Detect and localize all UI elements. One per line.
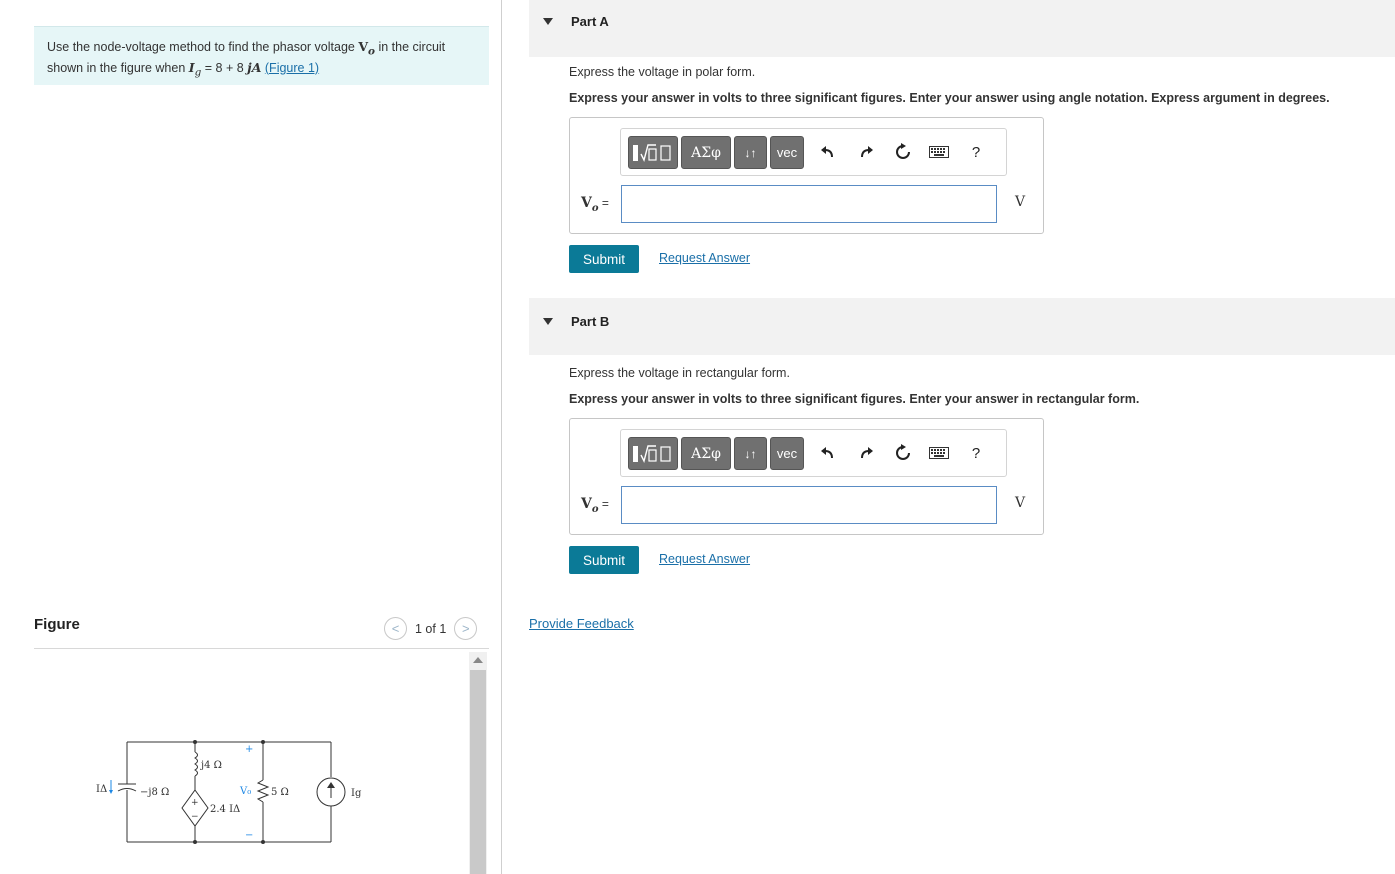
part-a-var-eq: = xyxy=(598,196,609,210)
voltage-subscript: o xyxy=(368,45,375,58)
reset-button[interactable] xyxy=(892,141,914,163)
figure-scrollbar[interactable] xyxy=(469,652,487,874)
part-a-request-answer-link[interactable]: Request Answer xyxy=(659,251,750,265)
part-b-unit: V xyxy=(1015,495,1026,511)
template-icon xyxy=(633,143,671,162)
scroll-up-icon[interactable] xyxy=(473,657,483,663)
part-b-var-sub: o xyxy=(591,503,599,515)
circuit-diagram: IΔ −j8 Ω j4 Ω + − 2.4 IΔ + V₀ − 5 Ω Ig xyxy=(96,740,362,844)
help-button[interactable]: ? xyxy=(965,442,987,464)
part-a-variable-label: Vo = xyxy=(581,194,609,214)
prev-figure-button[interactable]: < xyxy=(384,617,407,640)
part-a-instruction: Express the voltage in polar form. xyxy=(569,65,756,79)
part-b-answer-box: ΑΣφ ↓↑ vec ? Vo = V xyxy=(569,418,1044,535)
template-button[interactable] xyxy=(628,136,678,169)
voltage-symbol: V xyxy=(358,39,369,54)
part-b-header[interactable]: Part B xyxy=(529,298,1395,355)
keyboard-icon xyxy=(929,447,949,459)
current-value: = 8 + 8 xyxy=(201,60,248,75)
capacitor-label: −j8 Ω xyxy=(140,787,169,798)
inductor-label: j4 Ω xyxy=(200,760,222,771)
part-b-var-eq: = xyxy=(598,497,609,511)
part-b-variable-label: Vo = xyxy=(581,495,609,515)
ia-label: IΔ xyxy=(96,784,107,795)
part-a-title: Part A xyxy=(571,14,609,29)
greek-symbols-button[interactable]: ΑΣφ xyxy=(681,437,731,470)
figure-divider xyxy=(34,648,489,649)
collapse-triangle-icon[interactable] xyxy=(543,318,553,325)
redo-icon xyxy=(861,146,873,158)
greek-icon: ΑΣφ xyxy=(691,144,721,161)
part-b-math-toolbar: ΑΣφ ↓↑ vec ? xyxy=(620,429,1007,477)
part-b-answer-input[interactable] xyxy=(621,486,997,524)
figure-link[interactable]: (Figure 1) xyxy=(265,61,319,75)
provide-feedback-link[interactable]: Provide Feedback xyxy=(529,616,634,631)
collapse-triangle-icon[interactable] xyxy=(543,18,553,25)
help-button[interactable]: ? xyxy=(965,141,987,163)
vo-plus: + xyxy=(245,744,253,755)
part-b-instruction-bold: Express your answer in volts to three si… xyxy=(569,392,1140,406)
problem-text-1: Use the node-voltage method to find the … xyxy=(47,40,359,54)
template-button[interactable] xyxy=(628,437,678,470)
vector-button[interactable]: vec xyxy=(770,437,804,470)
reset-icon xyxy=(896,143,910,159)
source-minus: − xyxy=(191,812,199,822)
figure-pager: < 1 of 1 > xyxy=(384,617,478,640)
figure-label: Figure xyxy=(34,616,80,633)
part-a-unit: V xyxy=(1015,194,1026,210)
keyboard-icon xyxy=(929,146,949,158)
redo-button[interactable] xyxy=(855,442,877,464)
problem-statement: Use the node-voltage method to find the … xyxy=(34,26,489,85)
source-plus: + xyxy=(191,798,199,808)
vo-label: V₀ xyxy=(239,786,251,797)
vec-icon: vec xyxy=(776,446,798,461)
pager-count: 1 of 1 xyxy=(415,621,447,636)
resistor-label: 5 Ω xyxy=(271,787,289,798)
chevron-left-icon: < xyxy=(391,621,400,636)
reset-icon xyxy=(896,444,910,460)
part-a-var-symbol: V xyxy=(581,195,592,211)
help-icon: ? xyxy=(971,444,981,462)
arrows-updown-icon: ↓↑ xyxy=(744,145,757,160)
help-icon: ? xyxy=(971,143,981,161)
part-a-header[interactable]: Part A xyxy=(529,0,1395,57)
part-a-var-sub: o xyxy=(591,202,599,214)
part-b-request-answer-link[interactable]: Request Answer xyxy=(659,552,750,566)
redo-button[interactable] xyxy=(855,141,877,163)
part-b-var-symbol: V xyxy=(581,496,592,512)
template-icon xyxy=(633,444,671,463)
reset-button[interactable] xyxy=(892,442,914,464)
subscript-button[interactable]: ↓↑ xyxy=(734,136,767,169)
subscript-button[interactable]: ↓↑ xyxy=(734,437,767,470)
undo-button[interactable] xyxy=(817,141,839,163)
keyboard-button[interactable] xyxy=(928,442,950,464)
part-a-answer-input[interactable] xyxy=(621,185,997,223)
part-a-submit-button[interactable]: Submit xyxy=(569,245,639,273)
ig-label: Ig xyxy=(351,788,362,799)
undo-button[interactable] xyxy=(817,442,839,464)
part-a-instruction-bold: Express your answer in volts to three si… xyxy=(569,91,1330,105)
next-figure-button[interactable]: > xyxy=(454,617,478,640)
part-a-math-toolbar: ΑΣφ ↓↑ vec ? xyxy=(620,128,1007,176)
part-b-instruction: Express the voltage in rectangular form. xyxy=(569,366,790,380)
part-b-submit-button[interactable]: Submit xyxy=(569,546,639,574)
vec-icon: vec xyxy=(776,145,798,160)
arrows-updown-icon: ↓↑ xyxy=(744,446,757,461)
column-divider xyxy=(501,0,502,874)
scrollbar-thumb[interactable] xyxy=(470,670,486,874)
source-label: 2.4 IΔ xyxy=(210,804,240,815)
undo-icon xyxy=(821,146,833,158)
current-unit: jA xyxy=(247,59,262,75)
vector-button[interactable]: vec xyxy=(770,136,804,169)
greek-icon: ΑΣφ xyxy=(691,445,721,462)
vo-minus: − xyxy=(245,830,253,841)
part-a-answer-box: ΑΣφ ↓↑ vec ? Vo = V xyxy=(569,117,1044,234)
redo-icon xyxy=(861,447,873,459)
keyboard-button[interactable] xyxy=(928,141,950,163)
greek-symbols-button[interactable]: ΑΣφ xyxy=(681,136,731,169)
part-b-title: Part B xyxy=(571,314,610,329)
undo-icon xyxy=(821,447,833,459)
chevron-right-icon: > xyxy=(461,621,470,636)
